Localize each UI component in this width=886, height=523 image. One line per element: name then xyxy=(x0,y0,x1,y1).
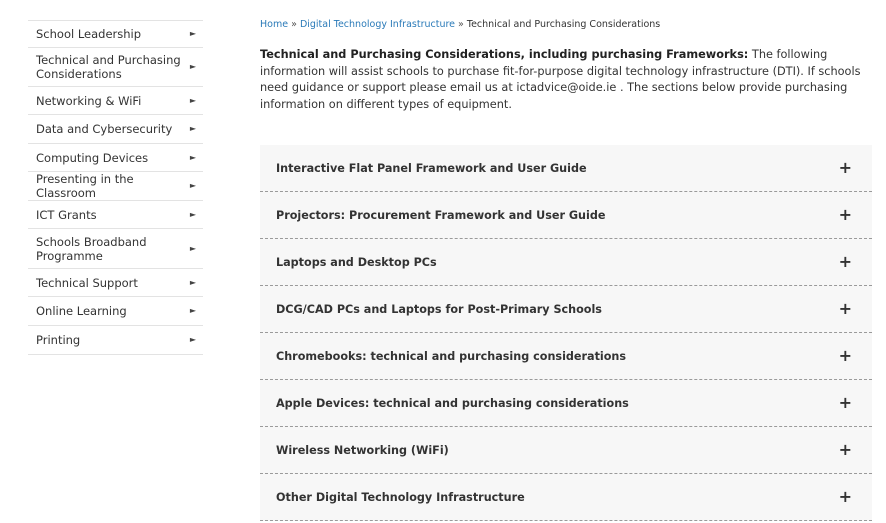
accordion-item-title: Other Digital Technology Infrastructure xyxy=(276,490,525,504)
sidebar-item-label: Computing Devices xyxy=(36,150,149,165)
plus-icon[interactable]: + xyxy=(839,348,852,364)
sidebar-item-label: ICT Grants xyxy=(36,207,97,222)
sidebar-item-label: Data and Cybersecurity xyxy=(36,122,173,136)
accordion: Interactive Flat Panel Framework and Use… xyxy=(260,145,872,521)
plus-icon[interactable]: + xyxy=(839,254,852,270)
sidebar-item-presenting-classroom[interactable]: Presenting in the Classroom ► xyxy=(28,172,203,201)
arrow-right-icon: ► xyxy=(189,209,196,219)
arrow-right-icon: ► xyxy=(189,335,196,344)
sidebar-item-printing[interactable]: Printing ► xyxy=(28,326,203,355)
sidebar-item-label: Online Learning xyxy=(36,304,127,318)
arrow-right-icon: ► xyxy=(189,29,196,38)
sidebar-item-label: Schools Broadband Programme xyxy=(36,234,147,263)
sidebar-item-networking-wifi[interactable]: Networking & WiFi ► xyxy=(28,87,203,115)
main-content: Home » Digital Technology Infrastructure… xyxy=(260,18,872,521)
sidebar-item-online-learning[interactable]: Online Learning ► xyxy=(28,297,203,326)
breadcrumb-current: Technical and Purchasing Considerations xyxy=(466,19,661,30)
plus-icon[interactable]: + xyxy=(839,442,852,458)
breadcrumb-separator: » xyxy=(458,19,464,30)
plus-icon[interactable]: + xyxy=(839,301,852,317)
arrow-right-icon: ► xyxy=(189,277,196,287)
arrow-right-icon: ► xyxy=(189,124,196,133)
accordion-item-projectors[interactable]: Projectors: Procurement Framework and Us… xyxy=(260,192,872,239)
sidebar-item-label: Technical Support xyxy=(36,275,138,290)
breadcrumb-parent-link[interactable]: Digital Technology Infrastructure xyxy=(300,19,455,30)
accordion-item-title: Projectors: Procurement Framework and Us… xyxy=(276,208,606,222)
arrow-right-icon: ► xyxy=(189,62,196,71)
sidebar-item-label: Networking & WiFi xyxy=(36,93,142,108)
sidebar-item-computing-devices[interactable]: Computing Devices ► xyxy=(28,144,203,172)
sidebar-item-ict-grants[interactable]: ICT Grants ► xyxy=(28,201,203,229)
breadcrumb: Home » Digital Technology Infrastructure… xyxy=(260,18,872,32)
accordion-item-title: Laptops and Desktop PCs xyxy=(276,255,437,269)
arrow-right-icon: ► xyxy=(189,243,196,253)
sidebar-item-label: Printing xyxy=(36,333,81,347)
sidebar-item-school-leadership[interactable]: School Leadership ► xyxy=(28,20,203,48)
accordion-item-title: Wireless Networking (WiFi) xyxy=(276,443,449,457)
arrow-right-icon: ► xyxy=(189,152,196,162)
arrow-right-icon: ► xyxy=(189,181,196,190)
sidebar-nav: School Leadership ► Technical and Purcha… xyxy=(28,20,203,355)
sidebar-item-schools-broadband[interactable]: Schools Broadband Programme ► xyxy=(28,229,203,269)
accordion-item-other-dti[interactable]: Other Digital Technology Infrastructure … xyxy=(260,474,872,521)
sidebar-item-technical-purchasing[interactable]: Technical and Purchasing Considerations … xyxy=(28,48,203,87)
accordion-item-interactive-flat-panel[interactable]: Interactive Flat Panel Framework and Use… xyxy=(260,145,872,192)
plus-icon[interactable]: + xyxy=(839,160,852,176)
sidebar-item-technical-support[interactable]: Technical Support ► xyxy=(28,269,203,297)
accordion-item-title: Chromebooks: technical and purchasing co… xyxy=(276,349,627,363)
accordion-item-laptops-desktops[interactable]: Laptops and Desktop PCs + xyxy=(260,239,872,286)
accordion-item-wireless-networking[interactable]: Wireless Networking (WiFi) + xyxy=(260,427,872,474)
accordion-item-chromebooks[interactable]: Chromebooks: technical and purchasing co… xyxy=(260,333,872,380)
plus-icon[interactable]: + xyxy=(839,395,852,411)
sidebar-item-label: Presenting in the Classroom xyxy=(36,172,134,200)
breadcrumb-separator: » xyxy=(291,19,297,30)
intro-paragraph: Technical and Purchasing Considerations,… xyxy=(260,47,872,113)
arrow-right-icon: ► xyxy=(189,306,196,315)
sidebar-item-label: School Leadership xyxy=(36,27,142,41)
intro-heading: Technical and Purchasing Considerations,… xyxy=(260,48,749,61)
accordion-item-apple-devices[interactable]: Apple Devices: technical and purchasing … xyxy=(260,380,872,427)
accordion-item-dcg-cad[interactable]: DCG/CAD PCs and Laptops for Post-Primary… xyxy=(260,286,872,333)
sidebar-item-data-cybersecurity[interactable]: Data and Cybersecurity ► xyxy=(28,115,203,144)
accordion-item-title: DCG/CAD PCs and Laptops for Post-Primary… xyxy=(276,302,602,316)
breadcrumb-home-link[interactable]: Home xyxy=(260,19,288,30)
accordion-item-title: Apple Devices: technical and purchasing … xyxy=(276,396,629,410)
plus-icon[interactable]: + xyxy=(839,207,852,223)
plus-icon[interactable]: + xyxy=(839,489,852,505)
arrow-right-icon: ► xyxy=(189,95,196,105)
sidebar-item-label: Technical and Purchasing Considerations xyxy=(36,53,181,81)
accordion-item-title: Interactive Flat Panel Framework and Use… xyxy=(276,161,587,175)
email-link[interactable]: ictadvice@oide.ie xyxy=(516,81,616,94)
